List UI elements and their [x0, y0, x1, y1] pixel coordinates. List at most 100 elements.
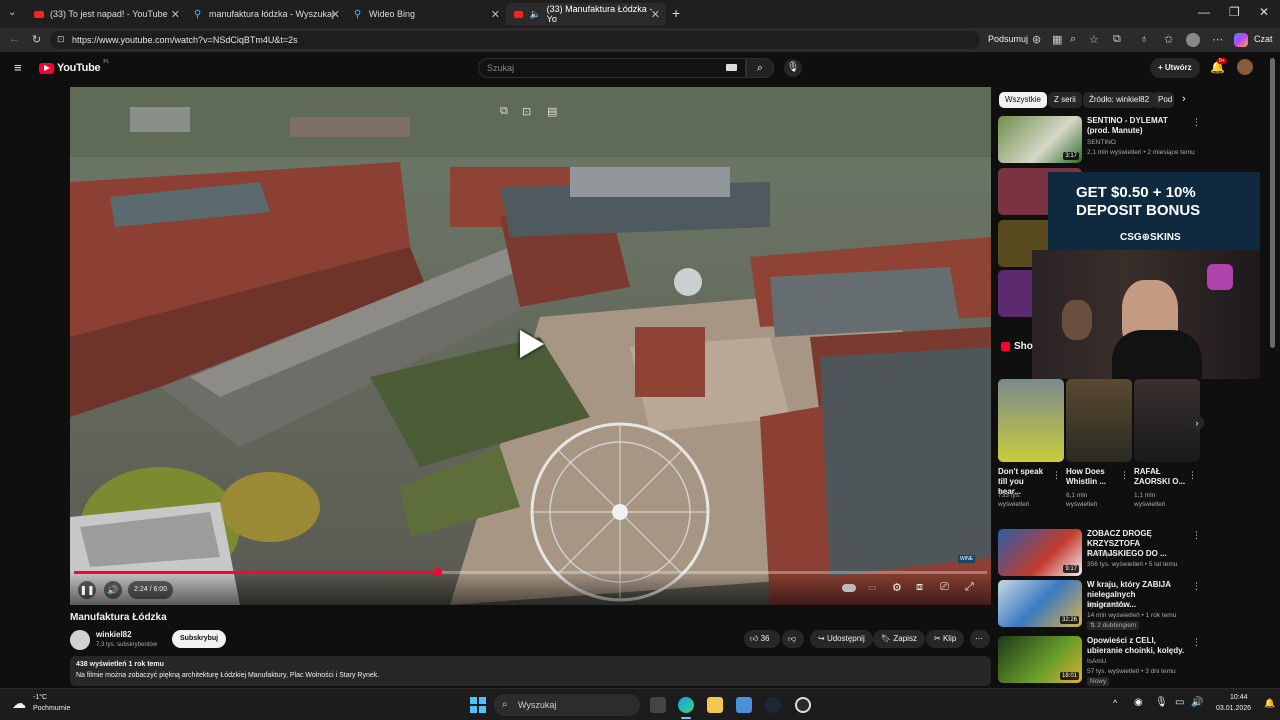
pip-icon[interactable]: ⊡	[522, 105, 531, 118]
sidebar-video-channel[interactable]: Tyler Oliveira	[1087, 601, 1125, 610]
weather-cloud-icon[interactable]: ☁	[12, 695, 26, 712]
pause-icon[interactable]: ❚❚	[78, 581, 96, 599]
channel-name[interactable]: winkiel82	[96, 630, 132, 639]
tab-4-active[interactable]: 🔈 (33) Manufaktura Łódzka - Yo ✕	[506, 3, 666, 25]
close-window-icon[interactable]: ✕	[1259, 5, 1269, 19]
clip-button[interactable]: ✂ Klip	[926, 630, 965, 648]
progress-scrubber[interactable]	[434, 568, 443, 576]
back-arrow-icon[interactable]: ←	[9, 33, 20, 45]
cast-icon[interactable]: ⎚	[940, 581, 949, 594]
save-button[interactable]: 🔖︎ Zapisz	[873, 630, 925, 648]
sidebar-video-title[interactable]: SENTINO - DYLEMAT (prod. Manute)	[1087, 116, 1185, 136]
miniplayer-icon[interactable]: ⧉	[500, 105, 508, 118]
chip-podcasts[interactable]: Pod	[1152, 92, 1174, 108]
more-vert-icon[interactable]: ⋮	[1192, 581, 1201, 592]
hamburger-menu-icon[interactable]: ≡	[14, 60, 22, 75]
video-player[interactable]: ⧉ ⊡ ▤ WINE ❚❚ 🔊 2:24 / 6:00 ▭ ⚙ ⧈ ⎚ ⤢	[70, 87, 991, 605]
short-title[interactable]: How Does Whistlin ...	[1066, 467, 1116, 487]
profile-avatar[interactable]	[1186, 33, 1200, 47]
subtitles-icon[interactable]: ▭	[868, 582, 877, 593]
keyboard-icon[interactable]	[726, 64, 737, 71]
more-vert-icon[interactable]: ⋮	[1192, 530, 1201, 541]
microphone-icon[interactable]: 🎙	[1155, 697, 1168, 708]
video-thumbnail[interactable]: 32:26	[998, 580, 1082, 627]
notification-center-icon[interactable]: 🔔	[1264, 698, 1275, 709]
taskbar-search-input[interactable]: ⌕ Wyszukaj	[494, 694, 640, 716]
favorites-icon[interactable]: ✩	[1164, 33, 1173, 46]
speaker-icon[interactable]: 🔈	[529, 9, 540, 20]
volume-icon[interactable]: 🔊	[104, 581, 122, 599]
chevron-right-icon[interactable]: ›	[1182, 93, 1186, 105]
speaker-volume-icon[interactable]: 🔊	[1191, 697, 1203, 708]
chip-all[interactable]: Wszystkie	[999, 92, 1047, 108]
settings-gear-icon[interactable]: ⚙	[892, 581, 902, 594]
tab-1[interactable]: (33) To jest napad! - YouTube ✕	[26, 3, 186, 25]
more-vert-icon[interactable]: ⋮	[1120, 470, 1129, 481]
tray-app-icon[interactable]: ◉	[1134, 697, 1143, 708]
progress-bar[interactable]	[74, 571, 987, 574]
network-icon[interactable]: ▭	[1175, 697, 1184, 708]
chip-series[interactable]: Z serii	[1048, 92, 1082, 108]
short-title[interactable]: RAFAŁ ZAORSKI O...	[1134, 467, 1186, 487]
video-thumbnail[interactable]: 9:17	[998, 529, 1082, 576]
youtube-logo[interactable]: YouTube PL	[39, 59, 109, 74]
fullscreen-icon[interactable]: ⤢	[965, 581, 974, 594]
file-explorer-icon[interactable]	[707, 697, 723, 713]
share-button[interactable]: ↪ Udostępnij	[810, 630, 873, 648]
extensions-icon[interactable]: ⧉	[1113, 33, 1121, 46]
restore-icon[interactable]: ❐	[1229, 5, 1240, 19]
tab-3[interactable]: ⚲ Wideo Bing ✕	[346, 3, 506, 25]
notes-icon[interactable]: ▤	[547, 105, 557, 118]
summarize-button[interactable]: Podsumuj	[988, 34, 1028, 44]
microsoft-store-icon[interactable]	[736, 697, 752, 713]
video-thumbnail[interactable]: 18:01	[998, 636, 1082, 683]
clock-date[interactable]: 03.01.2026	[1216, 705, 1251, 712]
weather-temperature[interactable]: -1°C	[33, 694, 47, 701]
search-input[interactable]: Szukaj	[478, 58, 746, 78]
more-vert-icon[interactable]: ⋮	[1188, 470, 1197, 481]
copilot-icon[interactable]	[1234, 33, 1248, 47]
dislike-button[interactable]: 👎︎	[782, 630, 804, 648]
copilot-summary-icon[interactable]: ⊛	[1032, 33, 1041, 46]
miniplayer-button-icon[interactable]: ⧈	[916, 581, 923, 594]
show-hidden-icons-chevron[interactable]: ^	[1113, 698, 1117, 708]
account-avatar[interactable]	[1237, 59, 1253, 75]
search-button[interactable]: ⌕	[746, 58, 774, 78]
favorite-star-icon[interactable]: ☆	[1089, 33, 1099, 46]
sidebar-video-channel[interactable]: IsAmU	[1087, 657, 1107, 666]
chip-source[interactable]: Źródło: winkiel82	[1083, 92, 1156, 108]
sidebar-video-channel[interactable]: TVP Sport	[1087, 550, 1117, 559]
new-tab-button[interactable]: +	[672, 5, 680, 21]
close-tab-icon[interactable]: ✕	[651, 8, 660, 21]
obs-icon[interactable]	[795, 697, 811, 713]
browser-essentials-icon[interactable]: ♁	[1140, 33, 1148, 45]
copilot-chat-label[interactable]: Czat	[1254, 34, 1273, 44]
tab-2[interactable]: ⚲ manufaktura łódzka - Wyszukaj ✕	[186, 3, 346, 25]
more-vert-icon[interactable]: ⋮	[1192, 117, 1201, 128]
close-tab-icon[interactable]: ✕	[331, 8, 340, 21]
clock-time[interactable]: 10:44	[1230, 694, 1248, 701]
steam-icon[interactable]	[765, 697, 781, 713]
create-button[interactable]: + Utwórz	[1150, 58, 1200, 78]
tab-actions-chevron-icon[interactable]: ⌄	[8, 7, 16, 18]
autoplay-toggle[interactable]	[842, 584, 856, 592]
description-box[interactable]: 438 wyświetleń 1 rok temu Na filmie możn…	[70, 656, 991, 686]
shorts-next-chevron-icon[interactable]: ›	[1190, 416, 1204, 430]
short-thumbnail[interactable]	[1066, 379, 1132, 462]
sidebar-video-title[interactable]: Opowieści z CELI, ubieranie choinki, kol…	[1087, 636, 1185, 656]
windows-start-icon[interactable]	[470, 697, 486, 713]
more-menu-icon[interactable]: ⋯	[1212, 33, 1223, 46]
video-thumbnail[interactable]: 3:17	[998, 116, 1082, 163]
url-field[interactable]: ⊡ https://www.youtube.com/watch?v=NSdCiq…	[50, 31, 980, 49]
voice-search-mic-icon[interactable]: 🎙	[784, 59, 802, 77]
close-tab-icon[interactable]: ✕	[171, 8, 180, 21]
refresh-icon[interactable]: ↻	[32, 33, 41, 46]
minimize-icon[interactable]: —	[1198, 5, 1210, 19]
sidebar-video-channel[interactable]: SENTINO	[1087, 138, 1116, 147]
short-thumbnail[interactable]	[998, 379, 1064, 462]
page-scrollbar-thumb[interactable]	[1270, 58, 1275, 348]
more-vert-icon[interactable]: ⋮	[1052, 470, 1061, 481]
close-tab-icon[interactable]: ✕	[491, 8, 500, 21]
task-view-icon[interactable]	[650, 697, 666, 713]
subscribe-button[interactable]: Subskrybuj	[172, 630, 227, 648]
